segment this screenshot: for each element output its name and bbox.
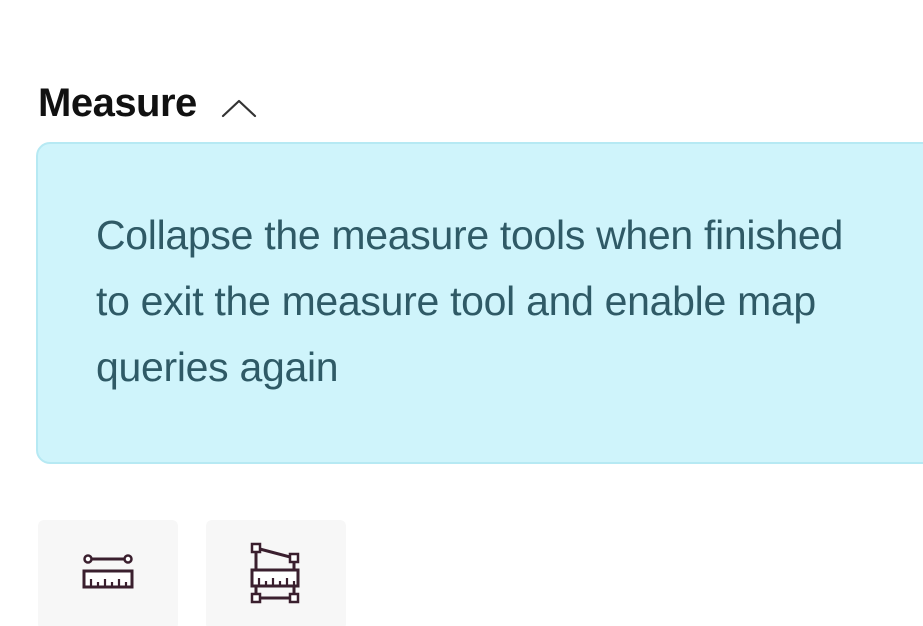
measure-area-button[interactable] [206,520,346,626]
ruler-icon [80,551,136,600]
measure-header-toggle[interactable]: Measure [38,78,259,128]
info-alert: Collapse the measure tools when finished… [36,142,923,464]
polygon-ruler-icon [246,540,306,611]
measure-title: Measure [38,81,197,125]
chevron-up-icon[interactable] [219,93,259,123]
measure-panel: Measure Collapse the measure tools when … [0,0,923,626]
info-message: Collapse the measure tools when finished… [96,212,843,390]
measure-distance-button[interactable] [38,520,178,626]
